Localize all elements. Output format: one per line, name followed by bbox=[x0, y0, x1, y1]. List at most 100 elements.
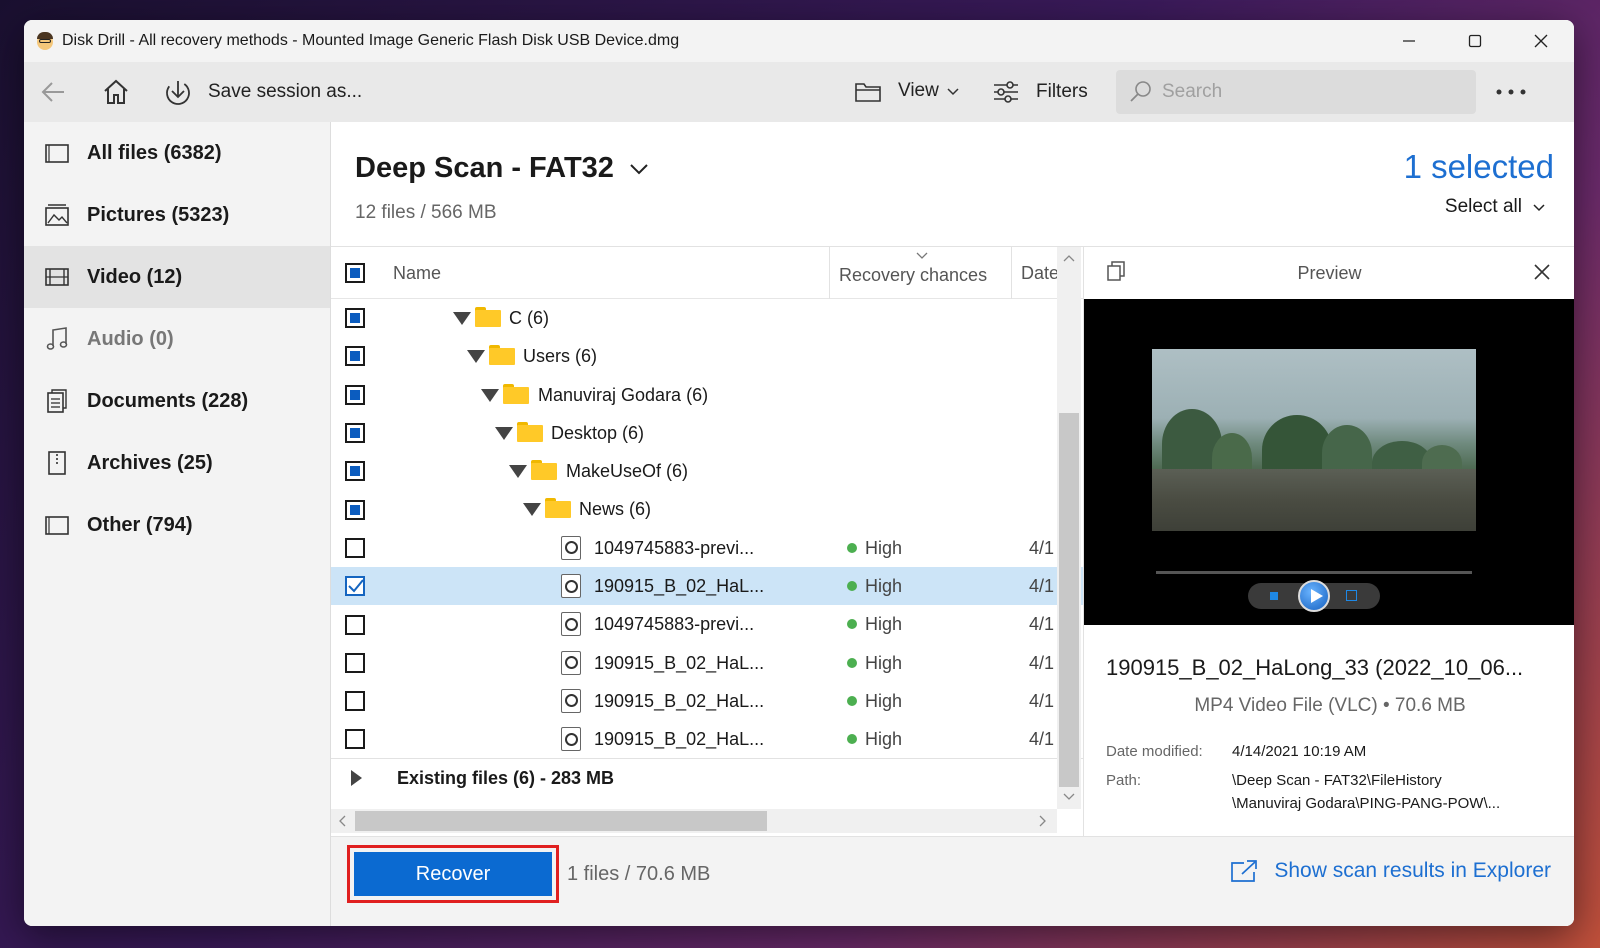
view-dropdown[interactable]: View bbox=[854, 79, 961, 103]
home-icon bbox=[104, 79, 128, 104]
stop-button-icon[interactable] bbox=[1270, 592, 1278, 600]
close-preview-icon[interactable] bbox=[1533, 263, 1551, 281]
sidebar-item-label: Archives (25) bbox=[87, 451, 213, 474]
existing-files-row[interactable]: Existing files (6) - 283 MB bbox=[331, 759, 1083, 797]
row-checkbox[interactable] bbox=[345, 728, 365, 749]
sidebar-item-archives[interactable]: Archives (25) bbox=[24, 432, 330, 494]
vertical-scrollbar[interactable] bbox=[1057, 247, 1081, 809]
vertical-scroll-thumb[interactable] bbox=[1059, 413, 1079, 787]
folder-outline-icon bbox=[855, 83, 881, 102]
row-checkbox[interactable] bbox=[345, 346, 365, 367]
expand-triangle-icon[interactable] bbox=[509, 465, 527, 479]
expand-triangle-icon[interactable] bbox=[495, 426, 513, 440]
expand-right-triangle-icon[interactable] bbox=[349, 769, 363, 787]
filters-button[interactable]: Filters bbox=[992, 79, 1088, 105]
sort-chevron-icon bbox=[916, 252, 928, 259]
sidebar: All files (6382) Pictures (5323) Video (… bbox=[24, 122, 330, 926]
tree-row-folder[interactable]: MakeUseOf (6) bbox=[331, 452, 1083, 490]
path-value-line1: \Deep Scan - FAT32\FileHistory bbox=[1232, 772, 1442, 789]
video-file-icon bbox=[561, 574, 581, 599]
file-row[interactable]: 190915_B_02_HaL... High 4/1 bbox=[331, 682, 1083, 720]
file-row[interactable]: 1049745883-previ... High 4/1 bbox=[331, 529, 1083, 567]
back-button[interactable] bbox=[40, 80, 66, 104]
more-options-button[interactable] bbox=[1494, 82, 1528, 102]
sidebar-item-documents[interactable]: Documents (228) bbox=[24, 370, 330, 432]
row-checkbox[interactable] bbox=[345, 652, 365, 673]
row-checkbox[interactable] bbox=[345, 423, 365, 444]
file-date: 4/1 bbox=[1029, 537, 1055, 558]
scan-title: Deep Scan - FAT32 bbox=[355, 152, 614, 184]
recovery-chance: High bbox=[865, 652, 903, 673]
sidebar-item-label: Pictures (5323) bbox=[87, 203, 230, 226]
sidebar-item-pictures[interactable]: Pictures (5323) bbox=[24, 184, 330, 246]
file-row[interactable]: 1049745883-previ... High 4/1 bbox=[331, 605, 1083, 643]
bottom-bar: Recover 1 files / 70.6 MB Show scan resu… bbox=[331, 836, 1574, 926]
tree-row-folder[interactable]: Desktop (6) bbox=[331, 414, 1083, 452]
chance-dot-icon bbox=[847, 734, 857, 745]
maximize-button[interactable] bbox=[1442, 20, 1508, 62]
minimize-button[interactable] bbox=[1376, 20, 1442, 62]
sidebar-item-all-files[interactable]: All files (6382) bbox=[24, 122, 330, 184]
expand-triangle-icon[interactable] bbox=[523, 503, 541, 517]
horizontal-scroll-thumb[interactable] bbox=[355, 811, 767, 831]
minimize-icon bbox=[1403, 40, 1415, 42]
save-session-button[interactable]: Save session as... bbox=[164, 78, 362, 106]
file-date: 4/1 bbox=[1029, 729, 1055, 750]
app-window: Disk Drill - All recovery methods - Moun… bbox=[24, 20, 1574, 926]
video-thumbnail bbox=[1152, 349, 1476, 531]
tree-row-folder[interactable]: News (6) bbox=[331, 490, 1083, 528]
row-checkbox[interactable] bbox=[345, 614, 365, 635]
scan-title-dropdown[interactable]: Deep Scan - FAT32 bbox=[355, 152, 650, 185]
folder-icon bbox=[531, 460, 557, 481]
path-label: Path: bbox=[1106, 772, 1142, 789]
download-icon bbox=[166, 81, 190, 105]
video-player[interactable] bbox=[1084, 299, 1574, 625]
file-row-selected[interactable]: 190915_B_02_HaL... High 4/1 bbox=[331, 567, 1083, 606]
column-name[interactable]: Name bbox=[393, 263, 441, 284]
tree-row-folder[interactable]: Manuviraj Godara (6) bbox=[331, 376, 1083, 414]
file-name: 190915_B_02_HaL... bbox=[594, 652, 765, 673]
chance-dot-icon bbox=[847, 581, 857, 592]
show-in-explorer-link[interactable]: Show scan results in Explorer bbox=[1230, 859, 1551, 883]
recover-button[interactable]: Recover bbox=[354, 852, 552, 896]
view-label: View bbox=[898, 80, 939, 101]
expand-triangle-icon[interactable] bbox=[453, 312, 471, 325]
expand-triangle-icon[interactable] bbox=[467, 350, 485, 364]
column-recovery-chances[interactable]: Recovery chances bbox=[839, 265, 987, 286]
select-all-dropdown[interactable]: Select all bbox=[1445, 196, 1546, 218]
home-button[interactable] bbox=[102, 78, 130, 106]
search-box[interactable] bbox=[1116, 70, 1476, 114]
close-button[interactable] bbox=[1508, 20, 1574, 62]
chance-dot-icon bbox=[847, 619, 857, 630]
play-button-icon[interactable] bbox=[1298, 580, 1330, 612]
scan-summary: 12 files / 566 MB bbox=[355, 202, 497, 223]
pictures-icon bbox=[44, 202, 70, 228]
sidebar-item-audio[interactable]: Audio (0) bbox=[24, 308, 330, 370]
select-all-checkbox[interactable] bbox=[345, 263, 365, 283]
search-input[interactable] bbox=[1162, 81, 1442, 103]
row-checkbox[interactable] bbox=[345, 499, 365, 520]
sidebar-item-video[interactable]: Video (12) bbox=[24, 246, 330, 308]
column-date[interactable]: Date bbox=[1021, 263, 1059, 284]
horizontal-scrollbar[interactable] bbox=[331, 809, 1057, 833]
row-checkbox[interactable] bbox=[345, 691, 365, 712]
row-checkbox-checked[interactable] bbox=[345, 576, 365, 597]
row-checkbox[interactable] bbox=[345, 308, 365, 329]
row-checkbox[interactable] bbox=[345, 384, 365, 405]
toolbar: Save session as... View Filters bbox=[24, 62, 1574, 122]
tree-row-folder[interactable]: Users (6) bbox=[331, 337, 1083, 375]
file-date: 4/1 bbox=[1029, 576, 1055, 597]
fullscreen-button-icon[interactable] bbox=[1346, 590, 1357, 601]
folder-icon bbox=[545, 498, 571, 519]
file-row[interactable]: 190915_B_02_HaL... High 4/1 bbox=[331, 644, 1083, 682]
copy-icon[interactable] bbox=[1106, 260, 1128, 282]
row-checkbox[interactable] bbox=[345, 461, 365, 482]
video-progress-bar[interactable] bbox=[1156, 571, 1472, 574]
tree-row-folder[interactable]: C (6) bbox=[331, 299, 1083, 337]
expand-triangle-icon[interactable] bbox=[481, 388, 499, 402]
sidebar-item-label: Video (12) bbox=[87, 265, 183, 288]
recover-highlight: Recover bbox=[347, 845, 559, 903]
row-checkbox[interactable] bbox=[345, 537, 365, 558]
file-row[interactable]: 190915_B_02_HaL... High 4/1 bbox=[331, 720, 1083, 759]
sidebar-item-other[interactable]: Other (794) bbox=[24, 494, 330, 556]
